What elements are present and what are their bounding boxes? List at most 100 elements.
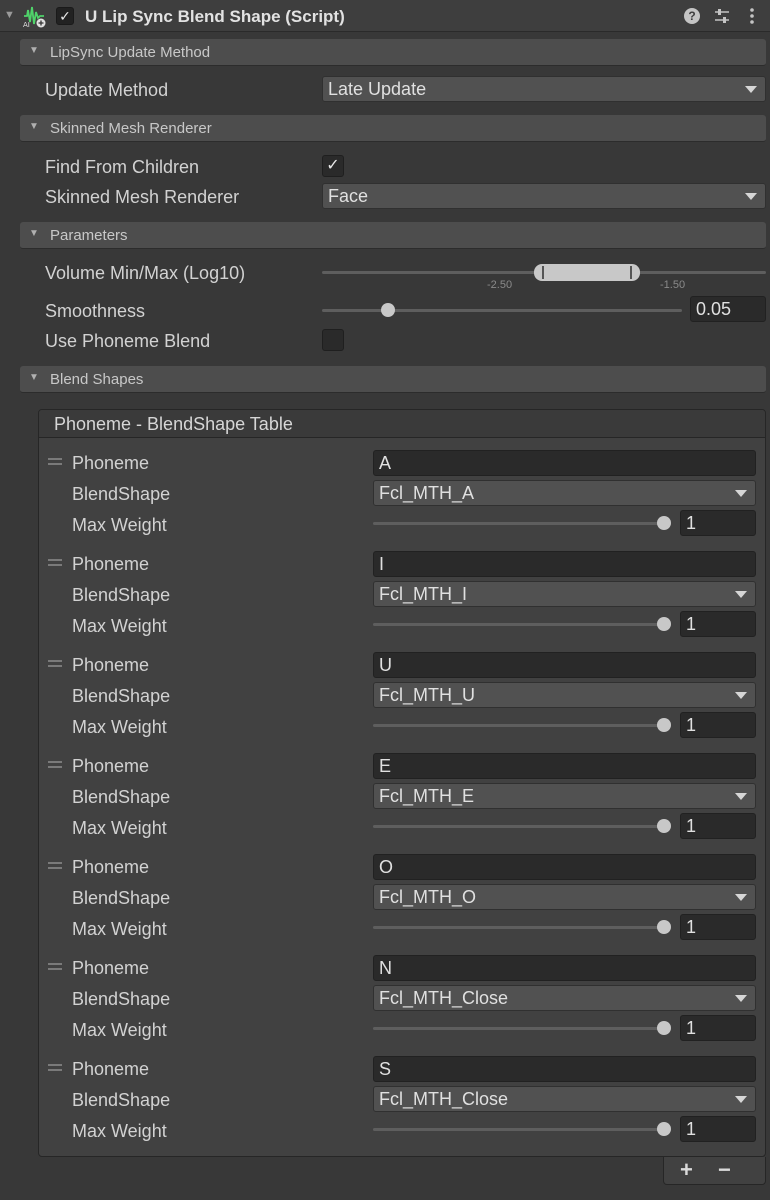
phoneme-label: Phoneme (72, 1059, 150, 1079)
max-weight-value-field[interactable]: 1 (680, 510, 756, 536)
section-update-method[interactable]: ▼ LipSync Update Method (20, 39, 766, 66)
phoneme-input[interactable]: E (373, 753, 756, 779)
drag-handle-icon[interactable] (48, 458, 62, 465)
phoneme-input[interactable]: A (373, 450, 756, 476)
foldout-arrow-icon: ▼ (29, 372, 39, 383)
max-weight-value-field[interactable]: 1 (680, 914, 756, 940)
add-element-button[interactable]: + (680, 1157, 693, 1183)
find-from-children-label: Find From Children (45, 157, 200, 177)
max-weight-slider-thumb[interactable] (657, 516, 671, 530)
section-label: Blend Shapes (50, 371, 144, 388)
blendshape-label: BlendShape (72, 787, 171, 807)
max-weight-slider-thumb[interactable] (657, 819, 671, 833)
section-label: Parameters (50, 227, 128, 244)
max-weight-label: Max Weight (72, 818, 167, 838)
phoneme-label: Phoneme (72, 756, 150, 776)
max-weight-slider-track[interactable] (373, 825, 671, 828)
svg-text:AI: AI (23, 21, 30, 28)
blendshape-label: BlendShape (72, 686, 171, 706)
drag-handle-icon[interactable] (48, 1064, 62, 1071)
drag-handle-icon[interactable] (48, 862, 62, 869)
max-weight-label: Max Weight (72, 1020, 167, 1040)
drag-handle-icon[interactable] (48, 660, 62, 667)
max-weight-slider-track[interactable] (373, 926, 671, 929)
dropdown-caret-icon (745, 193, 757, 200)
use-phoneme-blend-checkbox[interactable] (322, 329, 344, 351)
max-weight-value-field[interactable]: 1 (680, 611, 756, 637)
phoneme-label: Phoneme (72, 453, 150, 473)
max-weight-label: Max Weight (72, 717, 167, 737)
update-method-label: Update Method (45, 80, 169, 100)
dropdown-caret-icon (735, 894, 747, 901)
max-weight-slider-thumb[interactable] (657, 1122, 671, 1136)
blendshape-dropdown[interactable]: Fcl_MTH_A (373, 480, 756, 506)
remove-element-button[interactable]: − (718, 1157, 731, 1183)
volume-max-tick: -1.50 (660, 279, 686, 291)
blendshape-dropdown[interactable]: Fcl_MTH_O (373, 884, 756, 910)
section-parameters[interactable]: ▼ Parameters (20, 222, 766, 249)
max-weight-value-field[interactable]: 1 (680, 1116, 756, 1142)
max-weight-slider-thumb[interactable] (657, 617, 671, 631)
drag-handle-icon[interactable] (48, 761, 62, 768)
preset-icon[interactable] (712, 6, 732, 26)
max-weight-slider-thumb[interactable] (657, 1021, 671, 1035)
drag-handle-icon[interactable] (48, 559, 62, 566)
max-weight-slider-track[interactable] (373, 724, 671, 727)
find-from-children-checkbox[interactable]: ✓ (322, 155, 344, 177)
phoneme-input[interactable]: U (373, 652, 756, 678)
list-footer (663, 1157, 766, 1185)
blendshape-label: BlendShape (72, 1090, 171, 1110)
smoothness-label: Smoothness (45, 301, 146, 321)
smoothness-slider-thumb[interactable] (381, 303, 395, 317)
dropdown-caret-icon (735, 793, 747, 800)
blendshape-label: BlendShape (72, 888, 171, 908)
volume-minmax-label: Volume Min/Max (Log10) (45, 263, 246, 283)
blendshape-label: BlendShape (72, 484, 171, 504)
blendshape-dropdown[interactable]: Fcl_MTH_I (373, 581, 756, 607)
section-blend-shapes[interactable]: ▼ Blend Shapes (20, 366, 766, 393)
section-label: Skinned Mesh Renderer (50, 120, 212, 137)
skinned-mesh-renderer-field[interactable]: Face (322, 183, 766, 209)
help-icon[interactable]: ? (684, 8, 700, 24)
blendshape-dropdown[interactable]: Fcl_MTH_Close (373, 1086, 756, 1112)
phoneme-table-title: Phoneme - BlendShape Table (54, 414, 293, 434)
max-weight-value-field[interactable]: 1 (680, 1015, 756, 1041)
max-weight-slider-track[interactable] (373, 1027, 671, 1030)
dropdown-caret-icon (745, 86, 757, 93)
max-weight-slider-thumb[interactable] (657, 718, 671, 732)
max-weight-slider-track[interactable] (373, 1128, 671, 1131)
smoothness-value-field[interactable]: 0.05 (690, 296, 766, 322)
max-weight-label: Max Weight (72, 616, 167, 636)
drag-handle-icon[interactable] (48, 963, 62, 970)
blendshape-dropdown[interactable]: Fcl_MTH_U (373, 682, 756, 708)
phoneme-input[interactable]: I (373, 551, 756, 577)
dropdown-caret-icon (735, 692, 747, 699)
context-menu-icon[interactable] (744, 6, 764, 26)
blendshape-dropdown[interactable]: Fcl_MTH_Close (373, 985, 756, 1011)
phoneme-label: Phoneme (72, 554, 150, 574)
max-weight-slider-track[interactable] (373, 522, 671, 525)
dropdown-caret-icon (735, 1096, 747, 1103)
update-method-dropdown[interactable]: Late Update (322, 76, 766, 102)
section-label: LipSync Update Method (50, 44, 211, 61)
max-weight-value-field[interactable]: 1 (680, 813, 756, 839)
phoneme-input[interactable]: S (373, 1056, 756, 1082)
foldout-arrow-icon[interactable]: ▼ (4, 9, 15, 21)
volume-range-handle[interactable] (534, 264, 640, 281)
phoneme-input[interactable]: O (373, 854, 756, 880)
max-weight-slider-track[interactable] (373, 623, 671, 626)
smoothness-slider-track[interactable] (322, 309, 682, 312)
phoneme-input[interactable]: N (373, 955, 756, 981)
dropdown-caret-icon (735, 490, 747, 497)
max-weight-label: Max Weight (72, 515, 167, 535)
max-weight-label: Max Weight (72, 1121, 167, 1141)
phoneme-label: Phoneme (72, 958, 150, 978)
use-phoneme-blend-label: Use Phoneme Blend (45, 331, 211, 351)
dropdown-caret-icon (735, 591, 747, 598)
blendshape-dropdown[interactable]: Fcl_MTH_E (373, 783, 756, 809)
max-weight-value-field[interactable]: 1 (680, 712, 756, 738)
section-skinned-mesh[interactable]: ▼ Skinned Mesh Renderer (20, 115, 766, 142)
max-weight-slider-thumb[interactable] (657, 920, 671, 934)
foldout-arrow-icon: ▼ (29, 228, 39, 239)
component-enabled-checkbox[interactable]: ✓ (56, 7, 74, 25)
